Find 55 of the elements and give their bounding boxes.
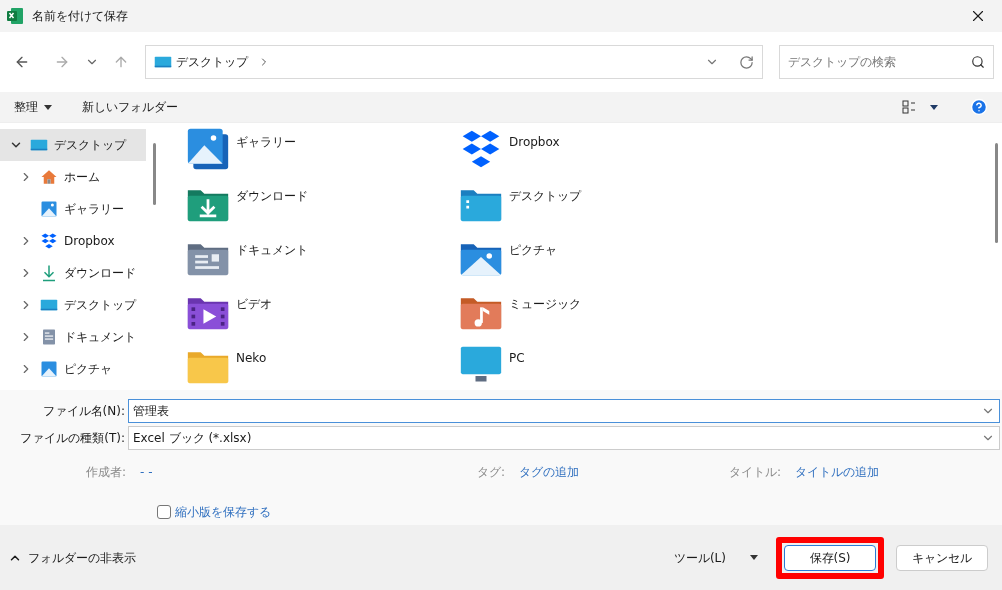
folder-item[interactable]: PC [459, 343, 990, 390]
search-field[interactable]: デスクトップの検索 [779, 45, 994, 79]
diamonds-icon [40, 232, 58, 250]
file-type-dropdown[interactable]: Excel ブック (*.xlsx) [128, 426, 1000, 450]
view-options-icon[interactable] [902, 100, 916, 114]
tree-item[interactable]: ホーム [0, 161, 146, 193]
scrollbar-thumb[interactable] [994, 143, 998, 243]
picture-icon [40, 200, 58, 218]
metadata-label: タグ: [476, 464, 506, 481]
folder-item[interactable]: ピクチャ [459, 235, 990, 289]
tools-menu[interactable]: ツール(L) [673, 548, 726, 567]
search-icon [971, 55, 985, 69]
hide-folders-button[interactable]: フォルダーの非表示 [8, 548, 136, 567]
folder-item[interactable]: Dropbox [459, 127, 990, 181]
tree-item[interactable]: Dropbox [0, 225, 146, 257]
field-label: ファイルの種類(T): [19, 430, 126, 447]
window-title: 名前を付けて保存 [32, 8, 128, 25]
new-folder-button[interactable]: 新しいフォルダー [82, 98, 178, 116]
thumbnail-checkbox[interactable]: 縮小版を保存する [157, 503, 271, 521]
caret-icon [44, 104, 52, 110]
cancel-button[interactable]: キャンセル [896, 544, 988, 571]
scrollbar-thumb[interactable] [152, 143, 156, 205]
picture-stack-icon [186, 127, 230, 171]
tree-item[interactable]: ギャラリー [0, 193, 146, 225]
folder-item[interactable]: ダウンロード [186, 181, 459, 235]
spreadsheet-app-icon [6, 7, 24, 25]
caret-icon[interactable] [750, 555, 758, 560]
caret-icon[interactable] [930, 104, 938, 110]
address-bar[interactable]: デスクトップ [145, 45, 764, 79]
folder-item[interactable]: Neko [186, 343, 459, 390]
refresh-icon[interactable] [739, 54, 755, 70]
metadata-link[interactable]: - - [140, 463, 153, 481]
house-icon [40, 168, 58, 186]
save-button[interactable]: 保存(S) [784, 544, 876, 571]
folder-item[interactable]: ドキュメント [186, 235, 459, 289]
tree-item[interactable]: デスクトップ [0, 289, 146, 321]
file-name-field[interactable]: 管理表 [128, 399, 1000, 423]
download-icon [40, 264, 58, 282]
metadata-link[interactable]: タグの追加 [519, 463, 579, 481]
folder-item[interactable]: ビデオ [186, 289, 459, 343]
metadata-link[interactable]: タイトルの追加 [795, 463, 879, 481]
folder-item[interactable]: デスクトップ [459, 181, 990, 235]
document-icon [40, 328, 58, 346]
picture-icon [40, 360, 58, 378]
folder-item[interactable]: ギャラリー [186, 127, 459, 181]
help-icon[interactable] [970, 98, 988, 116]
tree-item[interactable]: ダウンロード [0, 257, 146, 289]
tree-item[interactable]: ピクチャ [0, 353, 146, 385]
folder-item[interactable]: ミュージック [459, 289, 990, 343]
organize-menu[interactable]: 整理 [14, 98, 52, 116]
tree-item[interactable]: デスクトップ [0, 129, 146, 161]
metadata-label: タイトル: [728, 464, 782, 481]
tree-item[interactable]: ドキュメント [0, 321, 146, 353]
metadata-label: 作成者: [84, 464, 127, 481]
field-label: ファイル名(N): [41, 403, 126, 420]
